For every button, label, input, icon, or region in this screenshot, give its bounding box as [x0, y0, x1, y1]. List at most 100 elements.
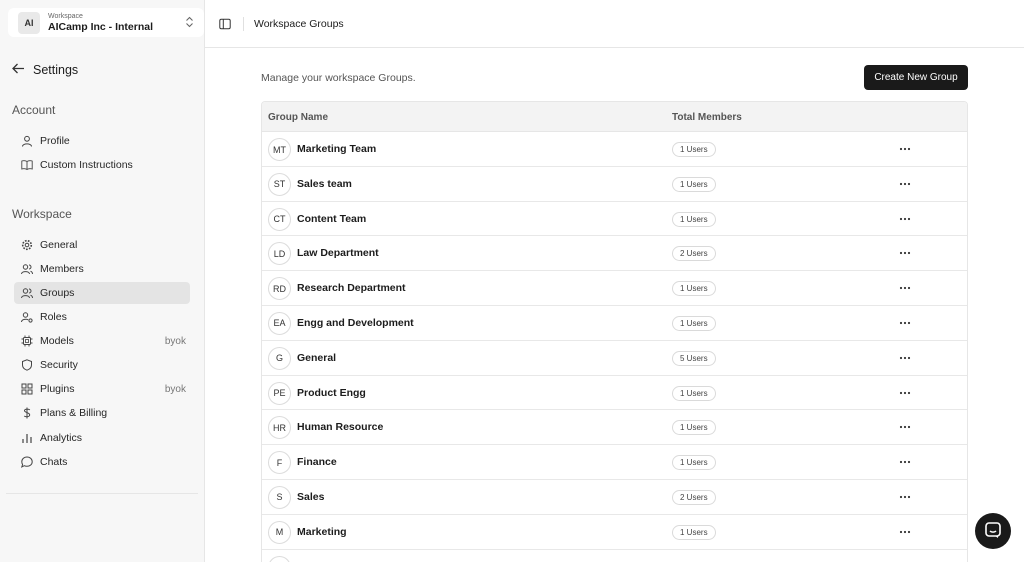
sidebar-item-label: Security — [40, 359, 78, 371]
settings-label: Settings — [33, 63, 79, 77]
sidebar-item-label: Members — [40, 263, 84, 275]
more-options-icon[interactable] — [898, 420, 912, 434]
members-count-badge: 5 Users — [672, 350, 716, 366]
gear-icon — [21, 239, 33, 251]
more-options-icon[interactable] — [898, 525, 912, 539]
workspace-section-title: Workspace — [12, 207, 72, 221]
members-count-badge: 2 Users — [672, 246, 716, 262]
sidebar-item-plugins[interactable]: Plugins byok — [14, 378, 190, 400]
sidebar-item-members[interactable]: Members — [14, 258, 190, 280]
table-row[interactable]: PE Product Engg 1 Users — [262, 375, 967, 411]
group-avatar: CT — [268, 207, 291, 231]
table-row[interactable]: M Marketing 1 Users — [262, 514, 967, 550]
sidebar-item-label: Plans & Billing — [40, 407, 108, 419]
page-title: Workspace Groups — [254, 18, 344, 30]
more-options-icon[interactable] — [898, 246, 912, 260]
more-options-icon[interactable] — [898, 351, 912, 365]
group-name: Marketing Team — [297, 143, 377, 155]
sidebar-item-chats[interactable]: Chats — [14, 451, 190, 473]
sidebar-divider — [6, 493, 198, 494]
members-count-badge: 1 Users — [672, 211, 716, 227]
members-count-badge: 1 Users — [672, 142, 716, 157]
workspace-caption: Workspace — [48, 12, 83, 20]
sidebar-item-label: Analytics — [40, 432, 83, 444]
group-name: Human Resource — [297, 421, 384, 434]
more-options-icon[interactable] — [898, 386, 912, 400]
table-row[interactable]: HR Human Resource 1 Users — [262, 410, 967, 446]
group-name: Sales team — [297, 177, 352, 190]
sidebar-item-label: Profile — [40, 135, 70, 147]
sidebar-toggle-icon[interactable] — [219, 18, 231, 33]
main-content: Manage your workspace Groups. Create New… — [205, 48, 1024, 562]
more-options-icon[interactable] — [898, 212, 912, 226]
table-header: Group Name Total Members — [262, 102, 967, 132]
group-avatar: LD — [268, 242, 291, 266]
book-icon — [21, 159, 33, 171]
column-header-total-members: Total Members — [672, 112, 742, 123]
more-options-icon[interactable] — [898, 177, 912, 191]
table-row[interactable]: EA Engg and Development 1 Users — [262, 305, 967, 341]
byok-badge: byok — [164, 335, 186, 347]
group-avatar: G — [268, 346, 291, 370]
more-options-icon[interactable] — [898, 455, 912, 469]
more-options-icon[interactable] — [898, 490, 912, 504]
group-avatar: S — [268, 485, 291, 509]
more-options-icon[interactable] — [898, 316, 912, 330]
table-row[interactable]: MT Marketing Team 1 Users — [262, 132, 967, 167]
sidebar-item-label: Roles — [40, 311, 67, 323]
members-count-badge: 1 Users — [672, 281, 716, 297]
workspace-info: Workspace AICamp Inc - Internal — [48, 13, 153, 33]
chip-icon — [21, 335, 33, 347]
group-name: Finance — [297, 456, 337, 469]
puzzle-icon — [21, 383, 33, 395]
create-new-group-button[interactable]: Create New Group — [864, 65, 968, 90]
members-count-badge: 1 Users — [672, 176, 716, 192]
members-count-badge: 1 Users — [672, 455, 716, 471]
sidebar-item-roles[interactable]: Roles — [14, 306, 190, 328]
workspace-avatar: AI — [18, 11, 40, 34]
sidebar-item-label: Custom Instructions — [40, 159, 133, 171]
members-count-badge: 1 Users — [672, 524, 716, 540]
table-body: MT Marketing Team 1 Users ST Sales team 1 Use… — [262, 132, 967, 562]
table-row[interactable]: F Finance 1 Users — [262, 445, 967, 480]
dollar-icon — [21, 407, 33, 419]
sidebar-item-label: Groups — [40, 287, 75, 299]
sidebar-item-security[interactable]: Security — [14, 354, 190, 376]
table-row[interactable]: ST Sales team 1 Users — [262, 166, 967, 202]
table-row[interactable]: S Sales 2 Users — [262, 479, 967, 515]
account-section-title: Account — [12, 103, 56, 117]
topbar: Workspace Groups — [205, 0, 1024, 48]
sidebar-item-analytics[interactable]: Analytics — [14, 427, 190, 449]
group-icon — [21, 287, 33, 299]
sidebar-item-label: Models — [40, 335, 74, 347]
members-count-badge: 2 Users — [672, 489, 716, 505]
settings-back-link[interactable]: Settings — [12, 63, 78, 77]
group-name: Product Engg — [297, 386, 366, 399]
groups-table: Group Name Total Members MT Marketing Tea… — [261, 101, 968, 562]
more-options-icon[interactable] — [898, 281, 912, 295]
members-count-badge: 1 Users — [672, 420, 716, 436]
sidebar-item-groups[interactable]: Groups — [14, 282, 190, 304]
group-avatar: PE — [268, 381, 291, 405]
workspace-switcher[interactable]: AI Workspace AICamp Inc - Internal — [8, 8, 204, 37]
chevron-up-down-icon — [185, 16, 194, 31]
table-row[interactable] — [262, 549, 967, 562]
table-row[interactable]: CT Content Team 1 Users — [262, 201, 967, 237]
sidebar-item-profile[interactable]: Profile — [14, 130, 190, 152]
more-options-icon[interactable] — [898, 142, 912, 156]
sidebar-item-general[interactable]: General — [14, 234, 190, 256]
sidebar-item-models[interactable]: Models byok — [14, 330, 190, 352]
chat-bubble-icon — [984, 521, 1002, 542]
members-count-badge: 1 Users — [672, 315, 716, 331]
sidebar-item-plans-billing[interactable]: Plans & Billing — [14, 402, 190, 424]
chat-support-button[interactable] — [975, 513, 1011, 549]
table-row[interactable]: LD Law Department 2 Users — [262, 236, 967, 272]
sidebar-item-label: General — [40, 239, 78, 251]
workspace-name: AICamp Inc - Internal — [48, 20, 154, 33]
table-row[interactable]: RD Research Department 1 Users — [262, 271, 967, 306]
group-name: Sales — [297, 490, 325, 503]
sidebar-item-custom-instructions[interactable]: Custom Instructions — [14, 154, 190, 176]
group-avatar: EA — [268, 311, 291, 335]
sidebar: AI Workspace AICamp Inc - Internal Setti… — [0, 0, 205, 562]
table-row[interactable]: G General 5 Users — [262, 340, 967, 376]
